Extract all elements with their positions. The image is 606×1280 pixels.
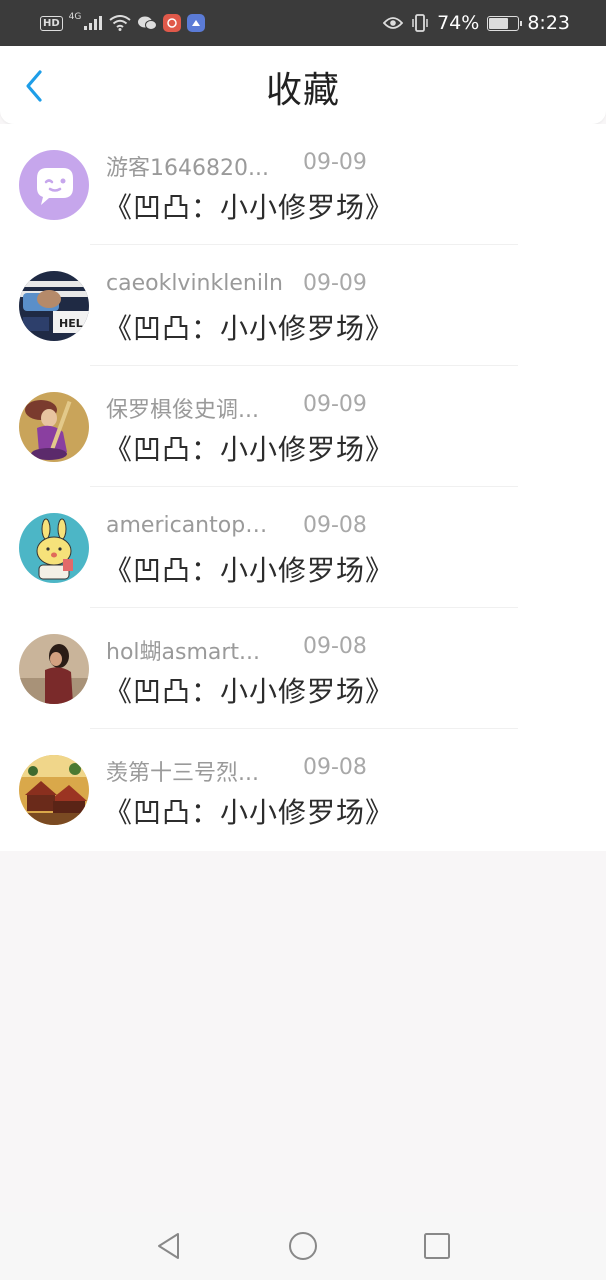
list-item[interactable]: 游客1646820... 09-09 《凹凸：小小修罗场》 bbox=[0, 124, 606, 245]
favorite-title: 《凹凸：小小修罗场》 bbox=[104, 554, 395, 587]
app-icon bbox=[163, 14, 182, 32]
favorite-title: 《凹凸：小小修罗场》 bbox=[104, 312, 395, 345]
favorite-title: 《凹凸：小小修罗场》 bbox=[104, 675, 395, 708]
hd-indicator: HD bbox=[40, 15, 63, 31]
date: 09-09 bbox=[303, 271, 367, 296]
battery-fill bbox=[489, 17, 509, 29]
system-nav-bar bbox=[0, 1212, 606, 1280]
chat-bubble-avatar bbox=[19, 150, 89, 220]
username: 羡第十三号烈... bbox=[106, 761, 259, 786]
list-item[interactable]: 羡第十三号烈... 09-08 《凹凸：小小修罗场》 bbox=[0, 729, 606, 850]
username: 保罗椇俊史调... bbox=[106, 398, 259, 423]
favorite-title: 《凹凸：小小修罗场》 bbox=[104, 191, 395, 224]
status-bar: HD 4G 74% 8:23 bbox=[0, 0, 606, 46]
date: 09-09 bbox=[303, 392, 367, 417]
date: 09-08 bbox=[303, 513, 367, 538]
favorite-title: 《凹凸：小小修罗场》 bbox=[104, 796, 395, 829]
cartoon-rabbit-avatar bbox=[19, 513, 89, 583]
vibrate-icon bbox=[411, 14, 429, 32]
list-item[interactable]: 保罗椇俊史调... 09-09 《凹凸：小小修罗场》 bbox=[0, 366, 606, 487]
signal-icon bbox=[83, 15, 103, 31]
wechat-icon bbox=[137, 15, 158, 31]
username: americantopu... bbox=[106, 513, 274, 538]
photo-avatar: HEL bbox=[19, 271, 89, 341]
date: 09-08 bbox=[303, 755, 367, 780]
battery-icon bbox=[487, 15, 523, 31]
status-right: 74% 8:23 bbox=[383, 12, 570, 34]
game-character-avatar bbox=[19, 392, 89, 462]
person-photo-avatar bbox=[19, 634, 89, 704]
nav-recents-button[interactable] bbox=[370, 1212, 504, 1280]
battery-percent: 74% bbox=[437, 12, 480, 34]
username: 游客1646820... bbox=[106, 156, 269, 181]
favorite-title: 《凹凸：小小修罗场》 bbox=[104, 433, 395, 466]
favorites-list: 游客1646820... 09-09 《凹凸：小小修罗场》 HEL caeokl… bbox=[0, 124, 606, 851]
page-title: 收藏 bbox=[265, 70, 340, 111]
eye-icon bbox=[383, 16, 404, 30]
network-type: 4G bbox=[68, 12, 82, 22]
back-triangle-icon bbox=[158, 1233, 179, 1259]
wifi-icon bbox=[109, 15, 131, 31]
list-item[interactable]: americantopu... 09-08 《凹凸：小小修罗场》 bbox=[0, 487, 606, 608]
status-left: HD 4G bbox=[40, 12, 206, 32]
clock: 8:23 bbox=[527, 12, 570, 34]
username: caeoklvinkleniln bbox=[106, 271, 283, 296]
list-item[interactable]: hol蝴asmart... 09-08 《凹凸：小小修罗场》 bbox=[0, 608, 606, 729]
username: hol蝴asmart... bbox=[106, 640, 261, 665]
nav-back-button[interactable] bbox=[102, 1212, 236, 1280]
date: 09-09 bbox=[303, 150, 367, 175]
list-item[interactable]: HEL caeoklvinkleniln 09-09 《凹凸：小小修罗场》 bbox=[0, 245, 606, 366]
home-circle-icon bbox=[289, 1232, 317, 1260]
svg-text:HEL: HEL bbox=[59, 317, 83, 330]
date: 09-08 bbox=[303, 634, 367, 659]
recents-square-icon bbox=[424, 1233, 450, 1259]
scenery-avatar bbox=[19, 755, 89, 825]
app-icon bbox=[187, 14, 206, 32]
nav-home-button[interactable] bbox=[236, 1212, 370, 1280]
header: 收藏 bbox=[0, 46, 606, 125]
